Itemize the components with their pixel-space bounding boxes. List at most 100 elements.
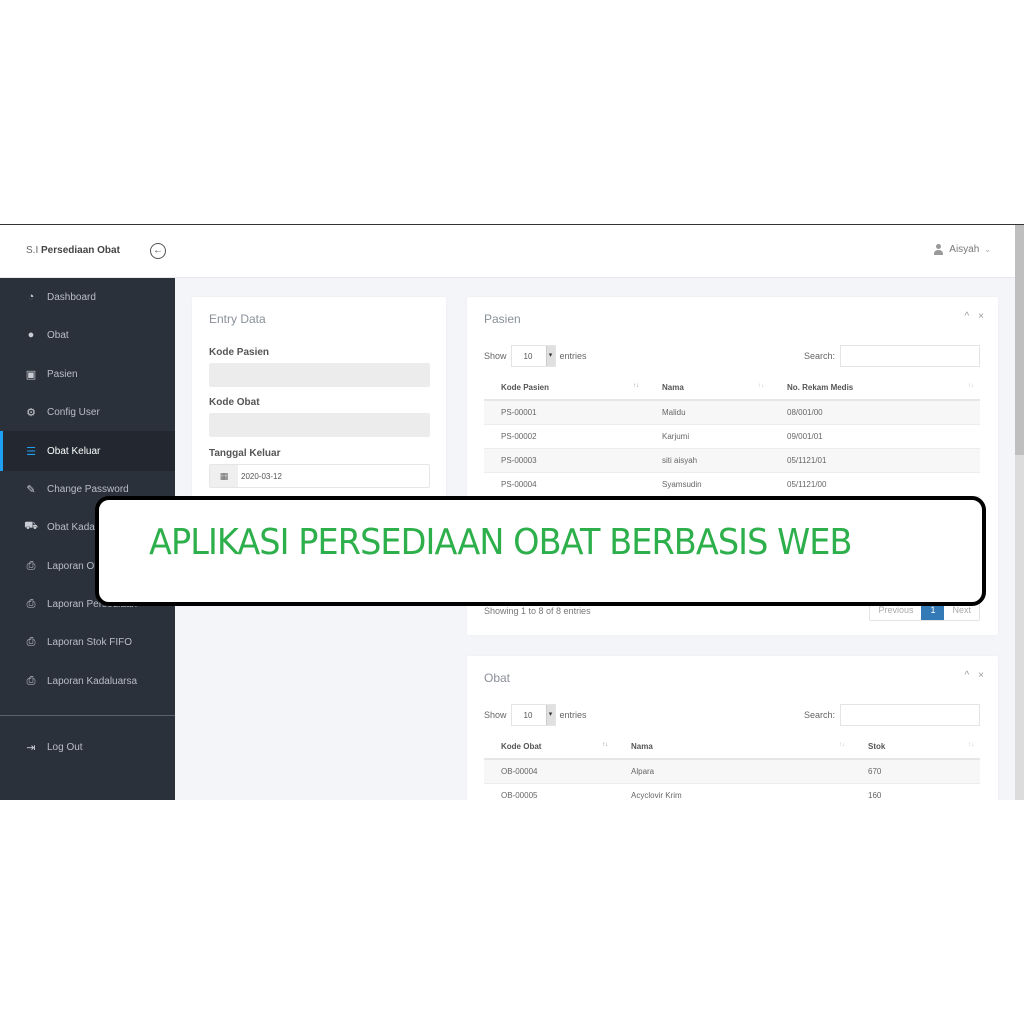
obat-card: Obat ^ × Show 10 entries Search: Kode Ob… (467, 656, 998, 800)
sidebar-item-label: Pasien (47, 368, 78, 380)
collapse-icon[interactable]: ^ (964, 311, 969, 322)
kode-pasien-label: Kode Pasien (209, 347, 270, 358)
kode-obat-label: Kode Obat (209, 397, 260, 408)
printer-icon: ⎙ (26, 674, 36, 687)
search-input[interactable] (840, 345, 980, 367)
cell-no-rekam-medis: 09/001/01 (770, 424, 980, 449)
sidebar-item-obat[interactable]: ● Obat (0, 316, 175, 354)
cell-kode-obat: OB-00005 (484, 783, 614, 800)
users-cog-icon: ⚙ (26, 406, 36, 419)
sidebar-item-laporan-kadaluarsa[interactable]: ⎙ Laporan Kadaluarsa (0, 662, 175, 700)
kode-obat-input[interactable] (209, 413, 430, 437)
cell-no-rekam-medis: 05/1121/00 (770, 472, 980, 497)
cell-nama: Syamsudin (645, 472, 770, 497)
entries-label: entries (559, 710, 587, 720)
sidebar-item-label: Obat Keluar (47, 445, 101, 457)
search-input[interactable] (840, 704, 980, 726)
printer-icon: ⎙ (26, 635, 36, 648)
kode-pasien-input[interactable] (209, 363, 430, 387)
cell-nama: Malidu (645, 400, 770, 425)
user-edit-icon: ✎ (26, 483, 36, 496)
obat-table: Kode Obat ↑↓ Nama ↑↓ Stok ↑↓ OB-00004 Alpar… (484, 734, 980, 800)
close-icon[interactable]: × (978, 670, 984, 681)
sort-icon: ↑↓ (968, 383, 974, 389)
table-row[interactable]: PS-00002 Karjumi 09/001/01 (484, 424, 980, 449)
table-row[interactable]: PS-00003 siti aisyah 05/1121/01 (484, 448, 980, 473)
cell-no-rekam-medis: 05/1121/01 (770, 448, 980, 473)
entries-select[interactable]: 10 (510, 345, 556, 367)
cell-kode-obat: OB-00004 (484, 759, 614, 784)
sidebar-toggle-button[interactable]: ← (150, 243, 166, 259)
pasien-table: Kode Pasien ↑↓ Nama ↑↓ No. Rekam Medis ↑↓ P… (484, 375, 980, 497)
sidebar-item-label: Change Password (47, 483, 129, 495)
column-header-stok[interactable]: Stok ↑↓ (851, 734, 980, 760)
entries-select[interactable]: 10 (510, 704, 556, 726)
table-header-row: Kode Pasien ↑↓ Nama ↑↓ No. Rekam Medis ↑↓ (484, 375, 980, 401)
sidebar-item-label: Obat (47, 329, 69, 341)
sort-icon: ↑↓ (602, 742, 608, 748)
scrollbar-thumb[interactable] (1015, 225, 1024, 455)
cell-stok: 160 (851, 783, 980, 800)
column-header-nama[interactable]: Nama ↑↓ (645, 375, 770, 401)
printer-icon: ⎙ (26, 559, 36, 572)
sidebar-item-label: Config User (47, 406, 100, 418)
brand-name: Persediaan Obat (41, 245, 120, 256)
entry-data-card: Entry Data Kode Pasien Kode Obat Tanggal… (192, 297, 446, 497)
table-info: Showing 1 to 8 of 8 entries (484, 606, 591, 616)
sidebar-item-pasien[interactable]: ▣ Pasien (0, 355, 175, 393)
sidebar-divider (0, 715, 175, 716)
search-control: Search: (804, 704, 980, 726)
table-row[interactable]: OB-00004 Alpara 670 (484, 759, 980, 784)
column-header-kode-pasien[interactable]: Kode Pasien ↑↓ (484, 375, 645, 401)
collapse-icon[interactable]: ^ (964, 670, 969, 681)
top-header: S.I Persediaan Obat ← Aisyah ⌄ (0, 225, 1015, 278)
entries-length-control: Show 10 entries (484, 704, 587, 726)
pills-icon: ● (27, 329, 35, 341)
page-scrollbar[interactable] (1015, 225, 1024, 800)
tanggal-keluar-field[interactable]: ▦ 2020-03-12 (209, 464, 430, 488)
sidebar-item-logout[interactable]: ⇥ Log Out (0, 730, 175, 764)
user-name: Aisyah (949, 244, 980, 255)
sign-out-icon: ⇥ (26, 741, 36, 754)
truck-icon: ⛟ (24, 520, 38, 532)
column-header-nama[interactable]: Nama ↑↓ (614, 734, 851, 760)
sidebar-item-dashboard[interactable]: ◔ Dashboard (0, 278, 175, 316)
cell-nama: siti aisyah (645, 448, 770, 473)
user-menu[interactable]: Aisyah ⌄ (933, 244, 991, 255)
card-tools: ^ × (964, 670, 984, 681)
sidebar-item-config-user[interactable]: ⚙ Config User (0, 393, 175, 431)
arrow-left-circle-icon: ← (153, 245, 163, 256)
card-title: Pasien (484, 312, 521, 326)
show-label: Show (484, 351, 507, 361)
title-banner-overlay: APLIKASI PERSEDIAAN OBAT BERBASIS WEB (95, 496, 986, 606)
sidebar-item-obat-keluar[interactable]: ☰ Obat Keluar (0, 431, 175, 471)
tanggal-keluar-label: Tanggal Keluar (209, 448, 281, 459)
sidebar-item-label: Log Out (47, 741, 83, 753)
sort-icon: ↑↓ (968, 742, 974, 748)
table-row[interactable]: OB-00005 Acyclovir Krim 160 (484, 783, 980, 800)
banner-title: APLIKASI PERSEDIAAN OBAT BERBASIS WEB (149, 522, 853, 563)
cell-kode-pasien: PS-00001 (484, 400, 645, 425)
column-header-no-rekam-medis[interactable]: No. Rekam Medis ↑↓ (770, 375, 980, 401)
card-tools: ^ × (964, 311, 984, 322)
show-label: Show (484, 710, 507, 720)
card-title: Obat (484, 671, 511, 685)
card-title: Entry Data (209, 312, 266, 326)
close-icon[interactable]: × (978, 311, 984, 322)
cell-stok: 670 (851, 759, 980, 784)
cell-nama: Alpara (614, 759, 851, 784)
sidebar-item-label: Laporan Stok FIFO (47, 636, 133, 648)
printer-icon: ⎙ (26, 597, 36, 610)
table-row[interactable]: PS-00001 Malidu 08/001/00 (484, 400, 980, 425)
sort-icon: ↑↓ (758, 383, 764, 389)
column-header-kode-obat[interactable]: Kode Obat ↑↓ (484, 734, 614, 760)
tanggal-keluar-value[interactable]: 2020-03-12 (238, 465, 282, 487)
sidebar-item-laporan-stok-fifo[interactable]: ⎙ Laporan Stok FIFO (0, 623, 175, 661)
sort-icon: ↑↓ (839, 742, 845, 748)
dashboard-icon: ◔ (27, 291, 35, 303)
outdent-list-icon: ☰ (26, 445, 36, 458)
table-header-row: Kode Obat ↑↓ Nama ↑↓ Stok ↑↓ (484, 734, 980, 760)
search-label: Search: (803, 710, 835, 720)
calendar-icon[interactable]: ▦ (210, 465, 238, 487)
table-row[interactable]: PS-00004 Syamsudin 05/1121/00 (484, 472, 980, 497)
